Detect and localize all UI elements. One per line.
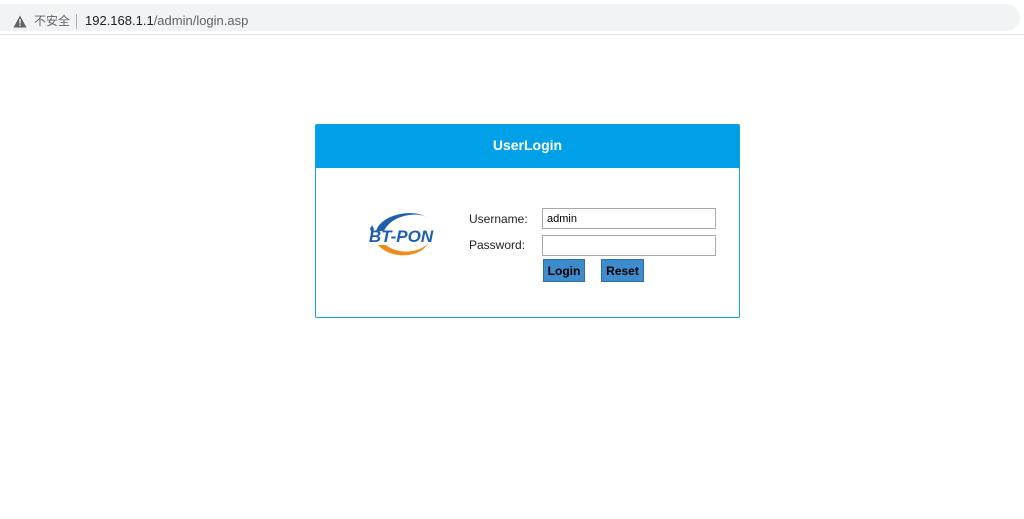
url-path: /admin/login.asp xyxy=(153,13,249,28)
password-label: Password: xyxy=(469,238,526,252)
security-status-text[interactable]: 不安全 xyxy=(34,14,70,29)
username-label: Username: xyxy=(469,212,528,226)
url-host: 192.168.1.1 xyxy=(85,13,154,28)
login-title: UserLogin xyxy=(316,125,739,168)
address-divider xyxy=(76,14,77,29)
warning-icon[interactable] xyxy=(13,15,27,28)
login-panel: UserLogin BT-PON Username: Password: Log… xyxy=(315,124,740,318)
browser-address-bar: 不安全 192.168.1.1/admin/login.asp xyxy=(0,0,1024,35)
url-text[interactable]: 192.168.1.1/admin/login.asp xyxy=(85,13,248,29)
bt-pon-logo: BT-PON xyxy=(369,213,434,256)
login-button[interactable]: Login xyxy=(543,259,585,282)
username-input[interactable] xyxy=(542,208,716,229)
svg-text:BT-PON: BT-PON xyxy=(369,227,434,246)
password-input[interactable] xyxy=(542,235,716,256)
omnibox[interactable]: 不安全 192.168.1.1/admin/login.asp xyxy=(0,4,1020,31)
reset-button[interactable]: Reset xyxy=(601,259,644,282)
